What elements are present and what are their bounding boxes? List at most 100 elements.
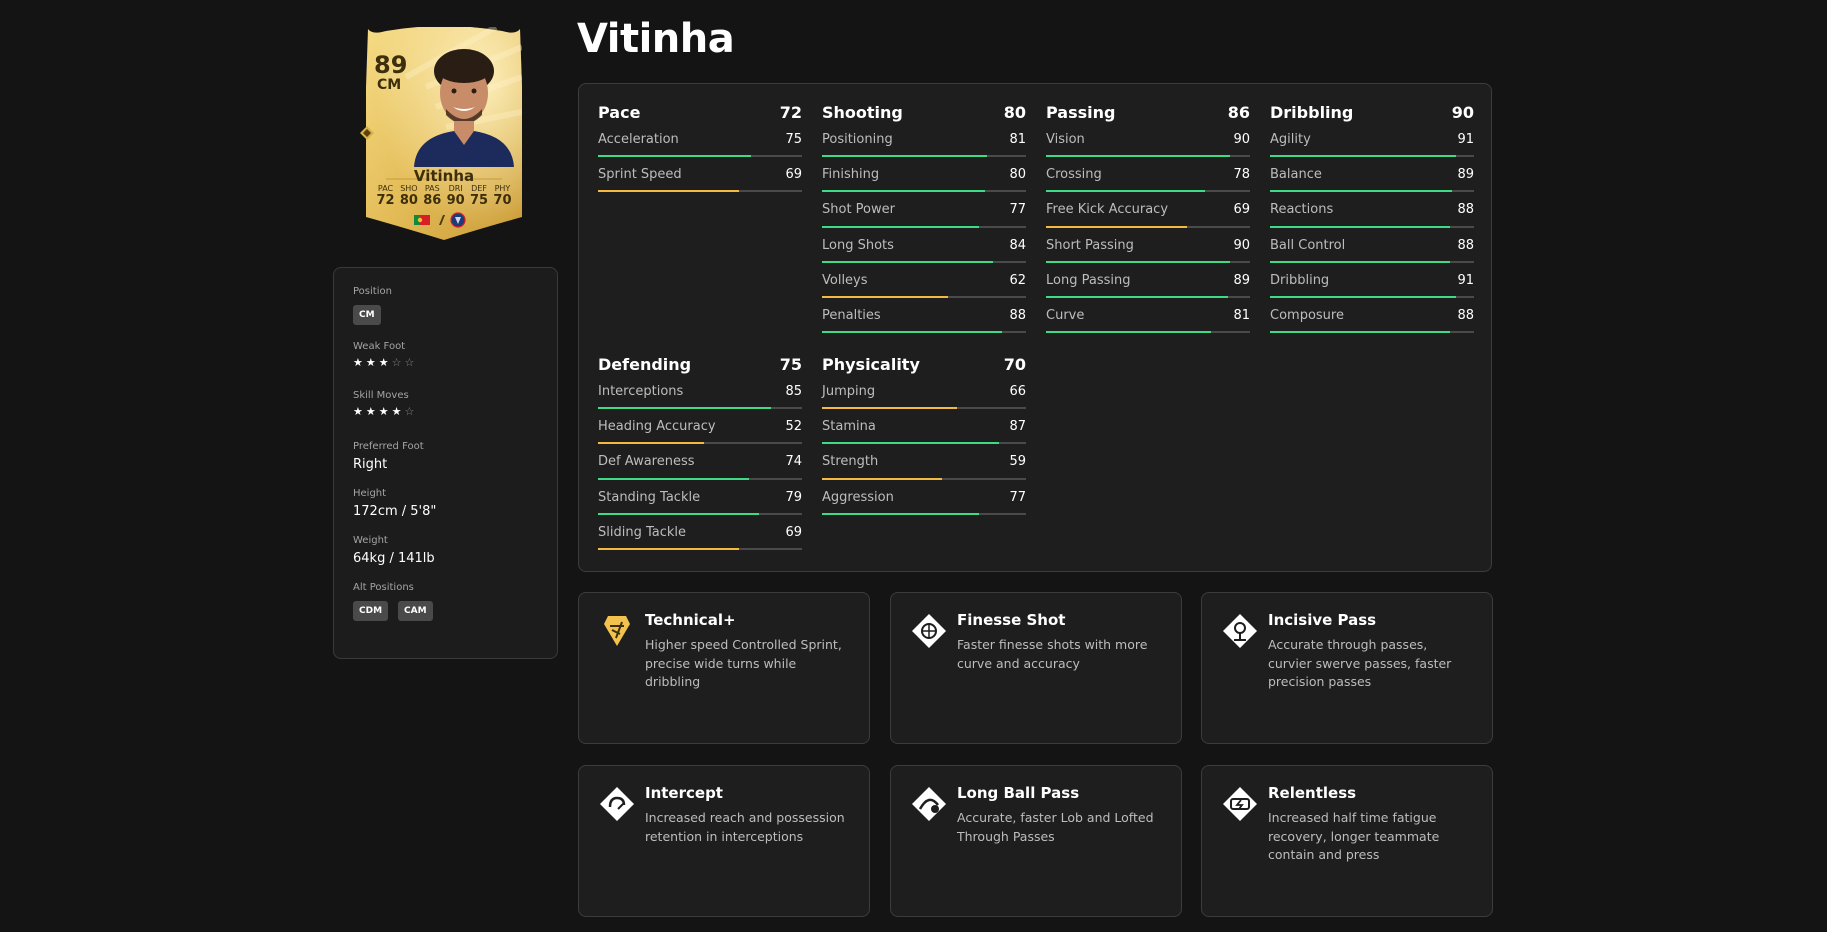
stat-category-value: 90: [1451, 102, 1474, 122]
stat-bar-fill: [598, 512, 760, 515]
stat-category-pace: Pace 72 Acceleration 75 Sprint Speed 69: [598, 98, 802, 196]
alt-positions-group: Alt Positions CDM CAM: [353, 582, 538, 621]
player-info-panel: Position CM Weak Foot ★ ★ ★ ☆ ☆ Skill Moves …: [333, 267, 558, 659]
height-group: Height 172cm / 5'8": [353, 488, 538, 519]
preferred-foot-label: Preferred Foot: [353, 441, 424, 452]
stat-name: Crossing: [1046, 167, 1102, 183]
stat-row: Agility 91: [1270, 126, 1474, 161]
stat-bar-fill: [822, 190, 986, 193]
stat-bar: [1270, 190, 1474, 193]
stat-row: Heading Accuracy 52: [598, 413, 802, 448]
stat-row-text: Penalties 88: [822, 302, 1026, 323]
playstyle-card-finesse-shot[interactable]: Finesse Shot Faster finesse shots with mo…: [890, 592, 1182, 744]
stat-row-text: Aggression 77: [822, 484, 1026, 505]
stat-name: Stamina: [822, 419, 876, 435]
stat-bar-fill: [598, 407, 772, 410]
stat-row-text: Long Shots 84: [822, 232, 1026, 253]
stat-value: 52: [785, 419, 802, 435]
weight-label: Weight: [353, 535, 388, 546]
stat-category-shooting: Shooting 80 Positioning 81 Finishing 80 Shot P…: [822, 98, 1026, 337]
stat-category-dribbling: Dribbling 90 Agility 91 Balance 89 Reactions 88…: [1270, 98, 1474, 337]
stat-value: 69: [785, 167, 802, 183]
stat-bar-fill: [1046, 225, 1187, 228]
stat-row: Penalties 88: [822, 302, 1026, 337]
club-badge-icon: [450, 212, 466, 228]
stat-row: Acceleration 75: [598, 126, 802, 161]
height-value: 172cm / 5'8": [353, 504, 437, 519]
stat-bar-fill: [1046, 190, 1206, 193]
stat-category-header: Dribbling 90: [1270, 98, 1474, 126]
playstyle-card-technical-plus[interactable]: Technical+ Higher speed Controlled Sprint…: [578, 592, 870, 744]
weak-foot-group: Weak Foot ★ ★ ★ ☆ ☆: [353, 341, 538, 368]
stat-name: Strength: [822, 454, 879, 470]
stat-value: 84: [1009, 237, 1026, 253]
stat-row: Long Passing 89: [1046, 267, 1250, 302]
relentless-icon: [1223, 787, 1257, 821]
star-filled-icon: ★: [378, 356, 389, 369]
stat-bar-fill: [1270, 155, 1456, 158]
stat-category-header: Shooting 80: [822, 98, 1026, 126]
stat-category-physicality: Physicality 70 Jumping 66 Stamina 87 Strength 5…: [822, 350, 1026, 519]
stat-bar-fill: [822, 295, 949, 298]
weak-foot-stars: ★ ★ ★ ☆ ☆: [353, 357, 538, 368]
stat-row-text: Finishing 80: [822, 161, 1026, 182]
stat-bar-fill: [1046, 331, 1212, 334]
stat-bar: [822, 407, 1026, 410]
stat-name: Positioning: [822, 132, 893, 147]
stat-value: 88: [1457, 202, 1474, 218]
stat-bar: [598, 477, 802, 480]
stat-name: Composure: [1270, 307, 1344, 323]
stat-bar: [822, 190, 1026, 193]
star-filled-icon: ★: [365, 356, 376, 369]
stat-bar: [598, 442, 802, 445]
stat-row: Vision 90: [1046, 126, 1250, 161]
stat-category-name: Defending: [598, 354, 692, 374]
stat-row-text: Vision 90: [1046, 126, 1250, 147]
playstyle-card-incisive-pass[interactable]: Incisive Pass Accurate through passes, cu…: [1201, 592, 1493, 744]
stat-category-passing: Passing 86 Vision 90 Crossing 78 Free Kick Acc…: [1046, 98, 1250, 337]
stat-value: 77: [1009, 489, 1026, 505]
stat-row: Free Kick Accuracy 69: [1046, 196, 1250, 231]
stat-bar: [822, 512, 1026, 515]
stat-bar: [1270, 295, 1474, 298]
stat-value: 79: [785, 489, 802, 505]
stat-value: 88: [1009, 307, 1026, 323]
stat-name: Vision: [1046, 132, 1085, 147]
stat-value: 91: [1457, 272, 1474, 288]
stat-row-text: Jumping 66: [822, 378, 1026, 399]
playstyle-title: Incisive Pass: [1268, 611, 1377, 629]
stat-bar: [822, 260, 1026, 263]
card-attribute-value: 90: [446, 193, 465, 208]
playstyle-card-long-ball-pass[interactable]: Long Ball Pass Accurate, faster Lob and L…: [890, 765, 1182, 917]
stat-name: Sliding Tackle: [598, 524, 687, 540]
stat-bar: [1270, 260, 1474, 263]
weight-group: Weight 64kg / 141lb: [353, 535, 538, 566]
card-attribute: DRI 90: [444, 184, 467, 208]
stat-value: 78: [1233, 167, 1250, 183]
stat-row-text: Balance 89: [1270, 161, 1474, 182]
stat-bar: [598, 155, 802, 158]
stat-row-text: Strength 59: [822, 448, 1026, 469]
stat-bar-fill: [1270, 225, 1450, 228]
alt-positions-label: Alt Positions: [353, 582, 414, 593]
star-filled-icon: ★: [353, 356, 363, 369]
stat-name: Penalties: [822, 307, 881, 323]
card-attribute-row: PAC 72 SHO 80 PAS 86 DRI 90 DEF 75 PHY 70: [374, 184, 514, 208]
stat-bar: [1046, 190, 1250, 193]
stat-bar: [598, 407, 802, 410]
stat-bar: [1046, 225, 1250, 228]
playstyle-card-relentless[interactable]: Relentless Increased half time fatigue re…: [1201, 765, 1493, 917]
playstyle-title: Technical+: [645, 611, 736, 629]
stat-bar-fill: [822, 155, 988, 158]
stat-row: Sliding Tackle 69: [598, 519, 802, 554]
stat-name: Aggression: [822, 489, 894, 505]
stat-value: 69: [1233, 202, 1250, 218]
stat-category-defending: Defending 75 Interceptions 85 Heading Accura…: [598, 350, 802, 554]
stat-value: 69: [785, 524, 802, 540]
stat-bar-fill: [598, 477, 749, 480]
stat-row: Volleys 62: [822, 267, 1026, 302]
star-filled-icon: ★: [391, 405, 402, 418]
playstyle-card-intercept[interactable]: Intercept Increased reach and possession …: [578, 765, 870, 917]
stat-bar: [1046, 155, 1250, 158]
stat-row-text: Shot Power 77: [822, 196, 1026, 217]
